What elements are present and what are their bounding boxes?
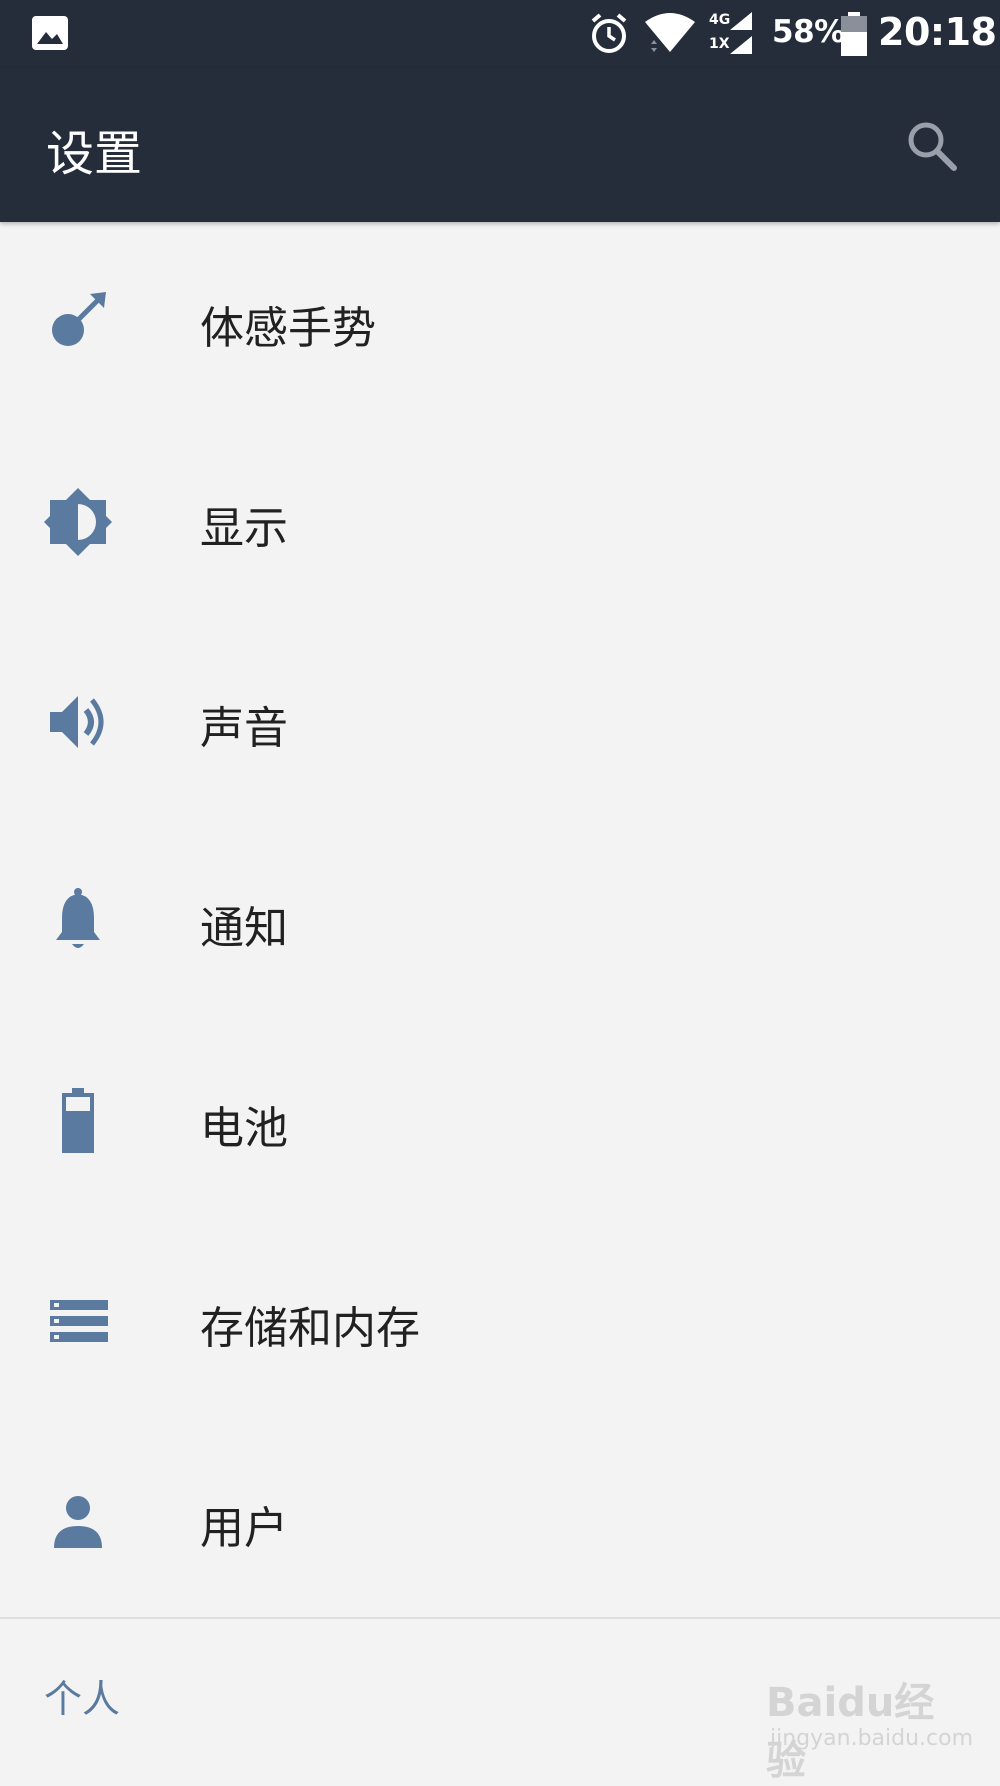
settings-item-label: 显示: [200, 503, 288, 554]
settings-item-sound[interactable]: 声音: [0, 622, 1000, 822]
brightness-icon: [44, 488, 112, 556]
settings-item-label: 电池: [200, 1103, 288, 1154]
clock: 20:18: [878, 10, 997, 54]
app-bar: 设置: [0, 68, 1000, 222]
wifi-icon: [645, 13, 695, 52]
gesture-icon: [52, 292, 106, 346]
person-icon: [54, 1496, 102, 1548]
page-title: 设置: [46, 126, 143, 182]
search-icon[interactable]: [902, 116, 962, 176]
settings-item-notifications[interactable]: 通知: [0, 822, 1000, 1022]
storage-icon: [50, 1300, 108, 1342]
bell-icon: [56, 888, 100, 948]
watermark: Baidu经验 jingyan.baidu.com: [766, 1670, 973, 1784]
battery-percent: 58%: [772, 14, 845, 50]
battery-icon: [62, 1088, 94, 1153]
section-divider: [0, 1617, 1000, 1619]
settings-item-display[interactable]: 显示: [0, 422, 1000, 622]
settings-item-label: 体感手势: [200, 303, 376, 354]
settings-item-storage[interactable]: 存储和内存: [0, 1222, 1000, 1422]
status-bar: 4G 1X 58% 20:18: [0, 0, 1000, 68]
network-type-top: 4G: [709, 12, 731, 28]
network-type-bottom: 1X: [709, 36, 730, 52]
image-notification-icon: [32, 16, 68, 50]
settings-item-label: 用户: [200, 1503, 288, 1554]
settings-item-users[interactable]: 用户: [0, 1422, 1000, 1622]
settings-item-label: 存储和内存: [200, 1303, 420, 1354]
settings-item-battery[interactable]: 电池: [0, 1022, 1000, 1222]
section-header-personal: 个人: [44, 1677, 121, 1721]
settings-item-label: 通知: [200, 903, 288, 954]
settings-item-gestures[interactable]: 体感手势: [0, 222, 1000, 422]
watermark-url: jingyan.baidu.com: [770, 1726, 974, 1751]
alarm-icon: [591, 13, 627, 53]
settings-item-label: 声音: [200, 703, 288, 754]
battery-icon: [841, 12, 867, 56]
volume-icon: [50, 696, 104, 748]
